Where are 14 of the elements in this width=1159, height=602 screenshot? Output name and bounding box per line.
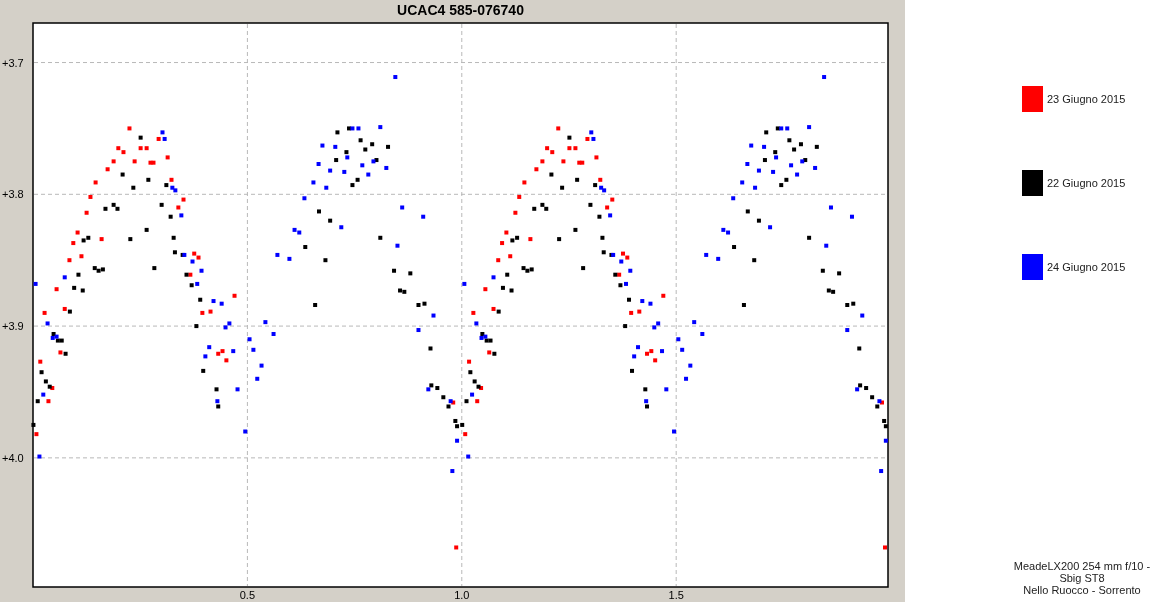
axis-tick-label: +3.9 bbox=[2, 320, 24, 333]
axis-tick-label: +3.8 bbox=[2, 188, 24, 201]
chart-title: UCAC4 585-076740 bbox=[397, 2, 524, 18]
footer-text: Nello Ruocco - Sorrento bbox=[1022, 584, 1142, 596]
axis-tick-label: 0.5 bbox=[239, 589, 256, 601]
axis-tick-label: +3.7 bbox=[2, 56, 24, 69]
legend-label: 24 Giugno 2015 bbox=[1047, 261, 1126, 273]
footer-text: Sbig ST8 bbox=[1058, 572, 1106, 584]
axis-tick-label: 1.5 bbox=[668, 589, 684, 601]
axis-tick-label: +4.0 bbox=[2, 451, 24, 464]
axis-tick-label: 1.0 bbox=[454, 589, 470, 601]
legend-label: 22 Giugno 2015 bbox=[1047, 177, 1126, 189]
footer-text: MeadeLX200 254 mm f/10 - bbox=[1012, 560, 1152, 572]
legend-label: 23 Giugno 2015 bbox=[1047, 93, 1126, 105]
